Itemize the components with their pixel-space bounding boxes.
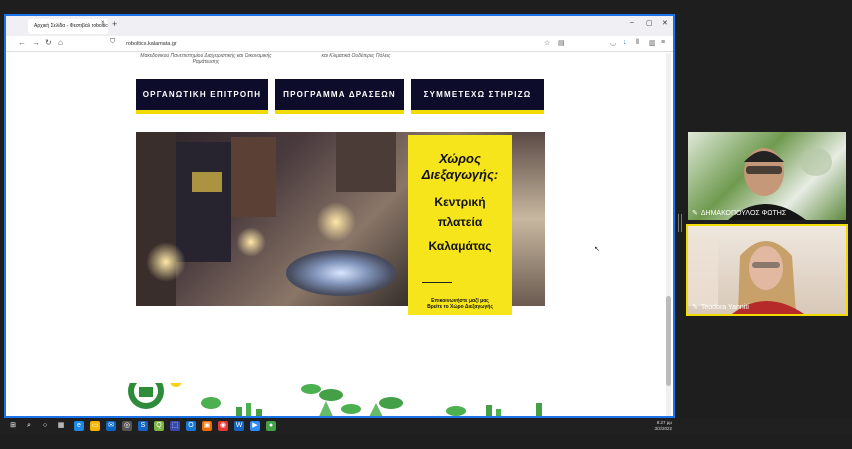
video-tile-1[interactable]: ✎ ΔΗΜΑΚΟΠΟΥΛΟΣ ΦΩΤΗΣ (688, 132, 846, 220)
widgets-icon[interactable]: ▦ (56, 421, 66, 431)
app-icon-4[interactable]: ⬚ (170, 421, 180, 431)
mouse-cursor-icon: ↖ (594, 246, 600, 253)
close-window-icon[interactable]: ✕ (662, 19, 668, 27)
clock[interactable]: 8:27 μμ 3/2/2022 (654, 420, 672, 432)
program-button[interactable]: ΠΡΟΓΡΑΜΜΑ ΔΡΑΣΕΩΝ (275, 79, 404, 114)
participate-button[interactable]: ΣΥΜΜΕΤΕΧΩ ΣΤΗΡΙΖΩ (411, 79, 544, 114)
task-view-icon[interactable]: ○ (40, 421, 50, 431)
venue-contact[interactable]: Επικοινωνήστε μαζί μας Βρείτε το Χώρο Δι… (408, 298, 512, 310)
sidebar-icon[interactable]: ▥ (649, 39, 656, 47)
pin-icon: ✎ (692, 210, 698, 217)
organizing-committee-button[interactable]: ΟΡΓΑΝΩΤΙΚΗ ΕΠΙΤΡΟΠΗ (136, 79, 268, 114)
scrollbar-thumb[interactable] (666, 296, 671, 386)
search-icon[interactable]: ⌕ (24, 421, 34, 431)
forward-icon[interactable]: → (32, 38, 40, 47)
venue-title-line2: Διεξαγωγής: (421, 167, 499, 182)
browser-tab[interactable]: Αρχική Σελίδα - Φεστιβάλ roboltics.kalam… (28, 19, 108, 34)
venue-contact-line2: Βρείτε το Χώρο Διεξαγωγής (427, 304, 493, 310)
edge-icon[interactable]: e (74, 421, 84, 431)
home-icon[interactable]: ⌂ (58, 38, 63, 47)
tab-close-icon[interactable]: × (101, 20, 105, 26)
minimize-icon[interactable]: – (630, 19, 634, 26)
subtext-right: και Κλιματικά Ουδέτερες Πόλεις (321, 53, 391, 59)
address-bar[interactable]: roboltics.kalamata.gr (126, 39, 546, 50)
app-icon-1[interactable]: ◎ (122, 421, 132, 431)
participant-1-image (728, 148, 832, 220)
reader-icon[interactable]: ▤ (558, 39, 565, 47)
page-content: Μακεδονικού Πανεπιστημίου Διαχειριστικής… (6, 53, 673, 416)
green-city-illustration (128, 383, 542, 416)
participant-2-image (688, 236, 804, 314)
maximize-icon[interactable]: ▢ (646, 19, 653, 27)
venue-place-line3: Καλαμάτας (428, 239, 492, 253)
windows-start-icon[interactable]: ⊞ (8, 421, 18, 431)
divider (422, 282, 452, 283)
menu-icon[interactable]: ≡ (661, 39, 665, 46)
shield-icon[interactable]: ⛉ (110, 38, 115, 46)
back-icon[interactable]: ← (18, 38, 26, 47)
app-icon-2[interactable]: S (138, 421, 148, 431)
video-tile-2[interactable]: ✎ Teodora Yanniti (686, 224, 848, 316)
resize-grip[interactable] (678, 214, 682, 232)
venue-place-line1: Κεντρική (434, 195, 486, 209)
download-icon[interactable]: ↓ (623, 39, 627, 46)
venue-title-line1: Χώρος (439, 151, 481, 166)
zoom-icon[interactable]: ▶ (250, 421, 260, 431)
reload-icon[interactable]: ↻ (45, 38, 52, 47)
fountain (286, 250, 396, 296)
explorer-icon[interactable]: ▭ (90, 421, 100, 431)
new-tab-button[interactable]: + (112, 19, 117, 29)
participant-1-name: ✎ ΔΗΜΑΚΟΠΟΥΛΟΣ ΦΩΤΗΣ (692, 210, 787, 217)
mail-icon[interactable]: ✉ (106, 421, 116, 431)
nav-bar: ← → ↻ ⌂ ⛉ roboltics.kalamata.gr ☆ ▤ ◡ ↓ … (6, 36, 673, 52)
venue-box: Χώρος Διεξαγωγής: Κεντρική πλατεία Καλαμ… (408, 135, 512, 315)
clock-date: 3/2/2022 (654, 426, 672, 431)
firefox-icon[interactable]: ◉ (218, 421, 228, 431)
venue-place-line2: πλατεία (437, 215, 483, 229)
banner-photo-right (512, 132, 545, 306)
chrome-icon[interactable]: ● (266, 421, 276, 431)
library-icon[interactable]: ⫴ (636, 39, 639, 47)
app-icon-6[interactable]: ▣ (202, 421, 212, 431)
pin-icon: ✎ (692, 304, 698, 311)
pocket-icon[interactable]: ◡ (610, 39, 616, 47)
star-icon[interactable]: ☆ (544, 39, 550, 47)
taskbar: ⊞ ⌕ ○ ▦ e ▭ ✉ ◎ S Q ⬚ O ▣ ◉ W ▶ ● 8:27 μ… (0, 418, 852, 435)
tab-bar: Αρχική Σελίδα - Φεστιβάλ roboltics.kalam… (6, 16, 673, 36)
browser-window: Αρχική Σελίδα - Φεστιβάλ roboltics.kalam… (4, 14, 675, 418)
subtext-left: Μακεδονικού Πανεπιστημίου Διαχειριστικής… (140, 53, 272, 65)
word-icon[interactable]: W (234, 421, 244, 431)
app-icon-5[interactable]: O (186, 421, 196, 431)
app-icon-3[interactable]: Q (154, 421, 164, 431)
participant-2-name: ✎ Teodora Yanniti (692, 304, 749, 311)
